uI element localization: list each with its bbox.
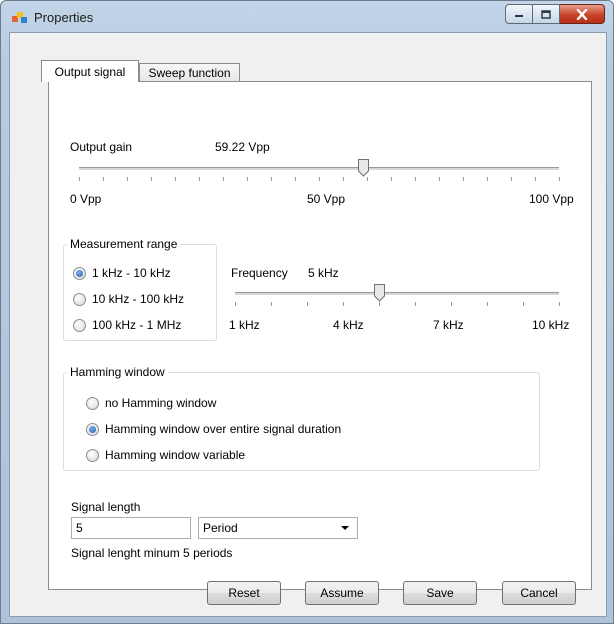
measurement-range-group: Measurement range 1 kHz - 10 kHz 10 kHz … [63, 237, 217, 341]
slider-tick [415, 177, 416, 181]
output-gain-thumb[interactable] [358, 159, 369, 177]
slider-tick [103, 177, 104, 181]
slider-tick [367, 177, 368, 181]
frequency-tick-label-7: 7 kHz [433, 318, 464, 332]
frequency-value: 5 kHz [308, 266, 339, 280]
hamming-entire-radio[interactable] [86, 423, 99, 436]
slider-tick [463, 177, 464, 181]
slider-tick [271, 177, 272, 181]
slider-tick [391, 177, 392, 181]
maximize-icon [541, 9, 551, 19]
slider-tick [271, 302, 272, 306]
window-title: Properties [34, 10, 94, 25]
maximize-button[interactable] [533, 4, 560, 24]
hamming-window-group: Hamming window no Hamming window Hamming… [63, 365, 540, 471]
output-gain-track [79, 167, 559, 171]
signal-length-unit-select[interactable]: Period [198, 517, 358, 539]
range-100k-1m-radio[interactable] [73, 319, 86, 332]
minimize-button[interactable] [505, 4, 533, 24]
slider-tick [79, 177, 80, 181]
assume-button[interactable]: Assume [305, 581, 379, 605]
frequency-track [235, 292, 559, 296]
hamming-window-title: Hamming window [67, 365, 168, 379]
slider-tick [247, 177, 248, 181]
slider-tick [343, 177, 344, 181]
dialog-client-area: Output signal Sweep function Output gain… [9, 32, 607, 617]
properties-app-icon [12, 12, 27, 23]
signal-length-unit-value: Period [203, 521, 238, 535]
output-gain-value: 59.22 Vpp [215, 140, 270, 154]
output-signal-panel: Output gain 59.22 Vpp 0 Vpp 50 Vpp 100 V… [48, 81, 592, 590]
chevron-down-icon[interactable] [341, 526, 349, 530]
no-hamming-label[interactable]: no Hamming window [105, 396, 216, 410]
slider-tick [523, 302, 524, 306]
slider-tick [559, 177, 560, 181]
cancel-button[interactable]: Cancel [502, 581, 576, 605]
frequency-slider[interactable] [235, 284, 560, 317]
signal-length-input[interactable]: 5 [71, 517, 191, 539]
slider-tick [307, 302, 308, 306]
slider-tick [487, 177, 488, 181]
measurement-range-title: Measurement range [67, 237, 181, 251]
slider-tick [175, 177, 176, 181]
slider-tick [379, 302, 380, 306]
close-icon [576, 8, 588, 20]
output-gain-min-label: 0 Vpp [70, 192, 102, 206]
slider-tick [511, 177, 512, 181]
close-button[interactable] [560, 4, 605, 24]
frequency-tick-label-4: 4 kHz [333, 318, 364, 332]
range-10k-100k-radio[interactable] [73, 293, 86, 306]
frequency-tick-label-10: 10 kHz [532, 318, 570, 332]
slider-tick [295, 177, 296, 181]
frequency-label: Frequency [231, 266, 288, 280]
title-bar[interactable]: Properties [1, 1, 613, 33]
minimize-icon [515, 15, 523, 17]
slider-tick [559, 302, 560, 306]
range-100k-1m-label[interactable]: 100 kHz - 1 MHz [92, 318, 181, 332]
slider-tick [343, 302, 344, 306]
signal-length-label: Signal length [71, 500, 141, 514]
reset-button[interactable]: Reset [207, 581, 281, 605]
slider-tick [319, 177, 320, 181]
frequency-tick-label-1: 1 kHz [229, 318, 260, 332]
hamming-variable-radio[interactable] [86, 449, 99, 462]
save-button[interactable]: Save [403, 581, 477, 605]
slider-tick [451, 302, 452, 306]
slider-tick [487, 302, 488, 306]
properties-window: Properties Output signal Sweep function … [0, 0, 614, 624]
range-1k-10k-label[interactable]: 1 kHz - 10 kHz [92, 266, 171, 280]
slider-tick [127, 177, 128, 181]
slider-tick [535, 177, 536, 181]
output-gain-label: Output gain [70, 140, 133, 154]
range-10k-100k-label[interactable]: 10 kHz - 100 kHz [92, 292, 184, 306]
range-1k-10k-radio[interactable] [73, 267, 86, 280]
hamming-entire-label[interactable]: Hamming window over entire signal durati… [105, 422, 341, 436]
output-gain-max-label: 100 Vpp [529, 192, 574, 206]
tab-output-signal[interactable]: Output signal [41, 60, 139, 82]
output-gain-mid-label: 50 Vpp [307, 192, 346, 206]
slider-tick [151, 177, 152, 181]
hamming-variable-label[interactable]: Hamming window variable [105, 448, 245, 462]
slider-tick [439, 177, 440, 181]
no-hamming-radio[interactable] [86, 397, 99, 410]
tab-sweep-function[interactable]: Sweep function [139, 63, 240, 82]
slider-tick [223, 177, 224, 181]
slider-tick [199, 177, 200, 181]
slider-tick [235, 302, 236, 306]
frequency-thumb[interactable] [374, 284, 385, 302]
slider-tick [415, 302, 416, 306]
signal-length-hint: Signal lenght minum 5 periods [71, 546, 233, 560]
output-gain-slider[interactable] [79, 159, 560, 192]
